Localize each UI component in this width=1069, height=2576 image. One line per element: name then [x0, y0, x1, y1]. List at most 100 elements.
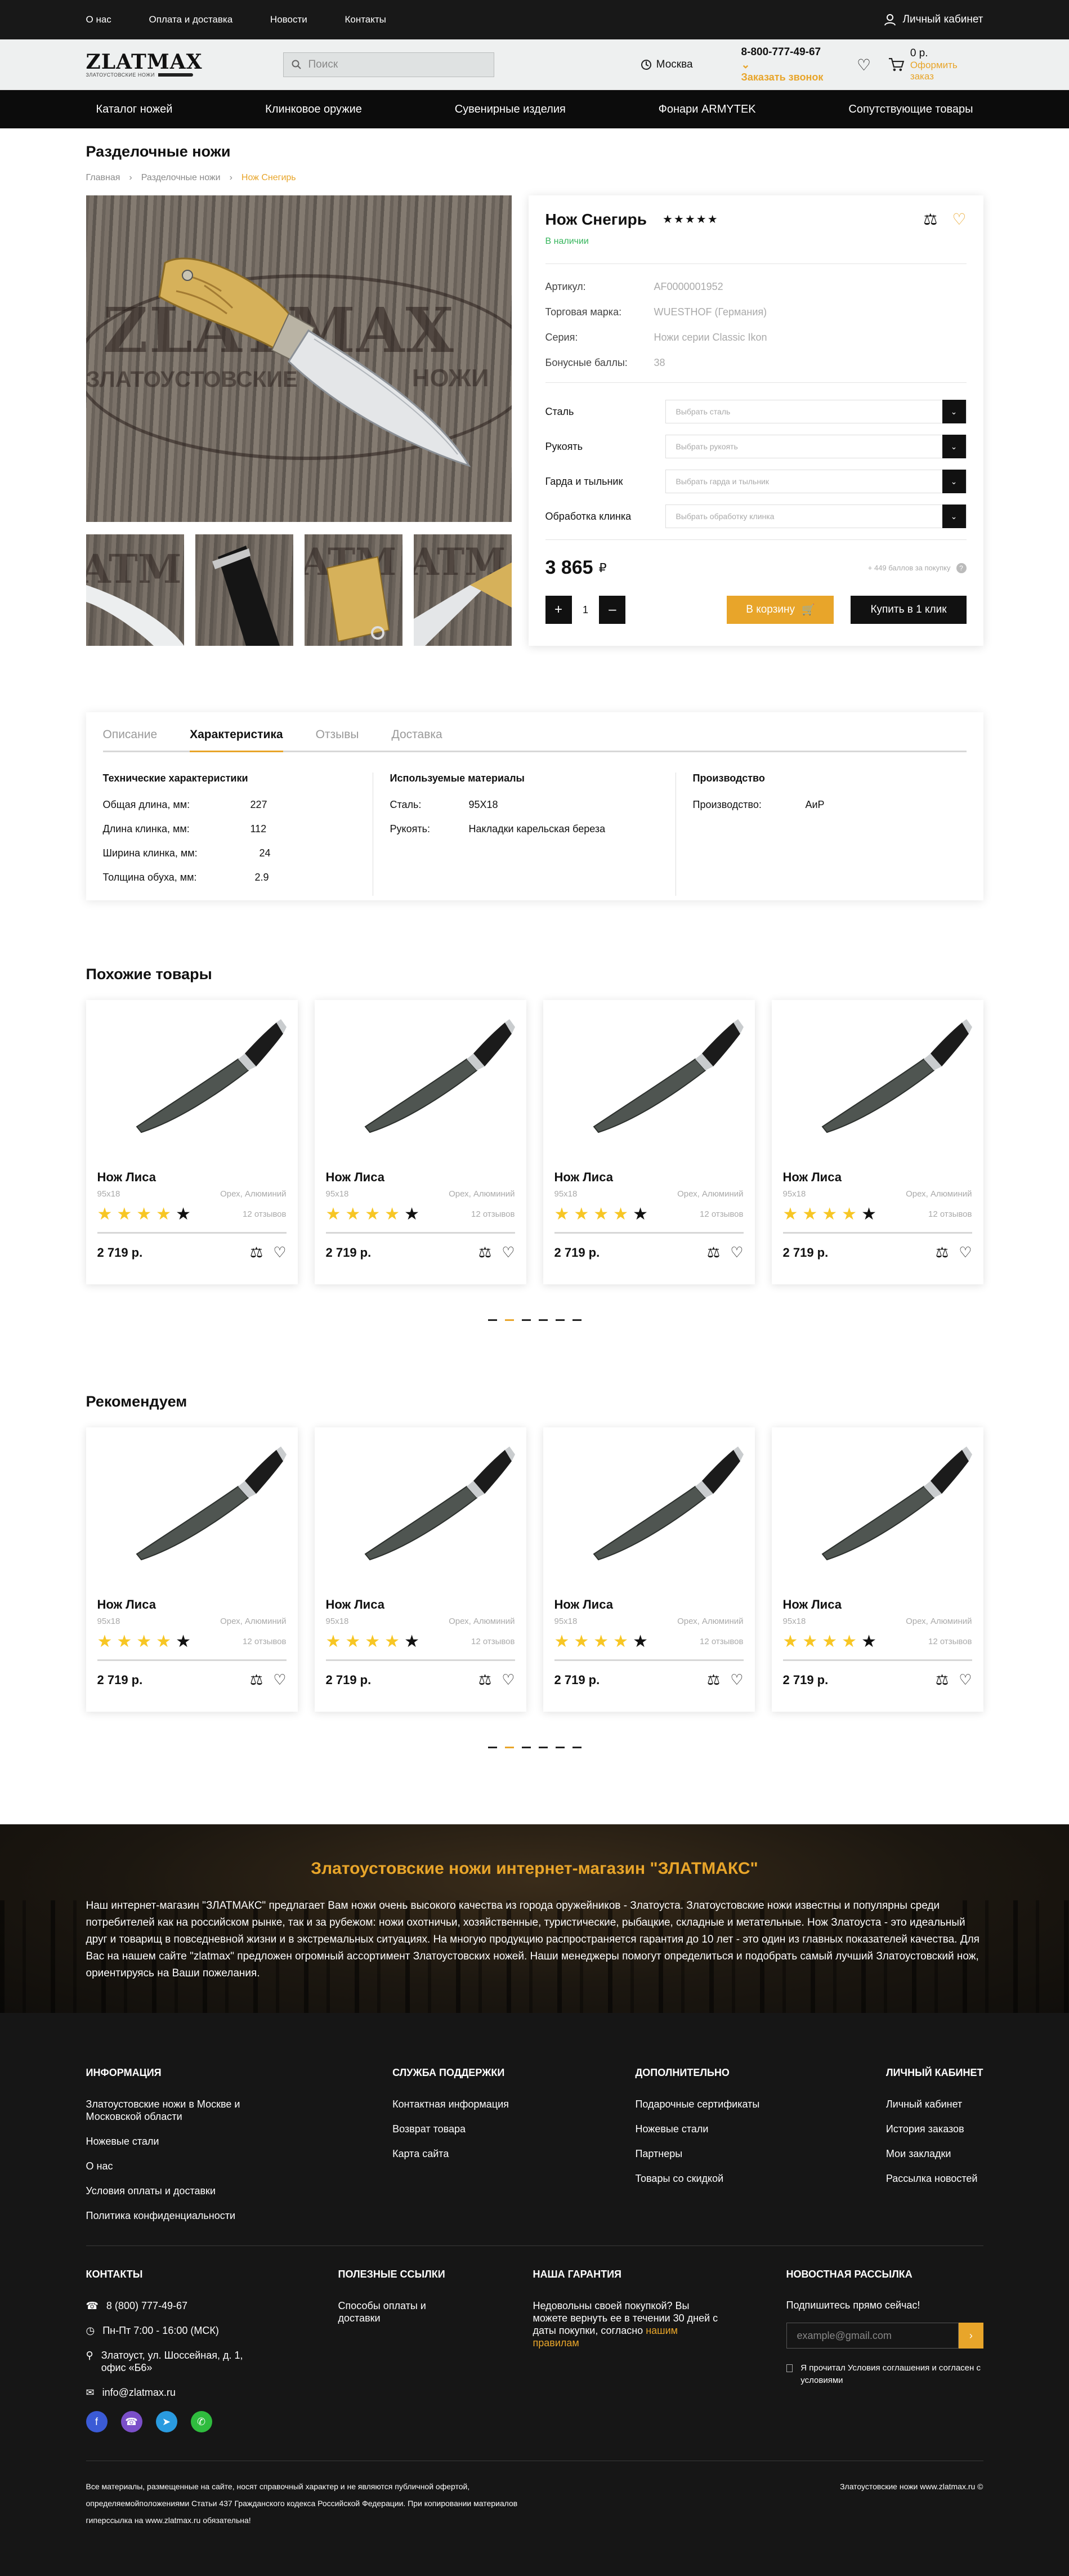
product-card[interactable]: Нож Лиса 95x18 Орех, Алюминий ★★★★★ 12 отзыв…: [772, 1000, 983, 1284]
footer-link[interactable]: Ножевые стали: [86, 2135, 266, 2148]
footer-link[interactable]: Контактная информация: [392, 2098, 509, 2110]
footer-link[interactable]: Подарочные сертификаты: [635, 2098, 759, 2110]
footer-link[interactable]: Политика конфиденциальности: [86, 2209, 266, 2222]
pagination-dot[interactable]: [504, 1747, 514, 1748]
chevron-down-icon[interactable]: ⌄: [942, 435, 966, 458]
tab-reviews[interactable]: Отзывы: [316, 728, 359, 742]
reviews-count[interactable]: 12 отзывов: [700, 1637, 744, 1646]
favorite-heart-icon[interactable]: ♡: [730, 1671, 743, 1689]
thumbnail-2[interactable]: [195, 534, 293, 646]
pagination-dot[interactable]: [521, 1747, 531, 1748]
checkout-link[interactable]: Оформить заказ: [910, 60, 983, 82]
breadcrumb-home[interactable]: Главная: [86, 173, 120, 183]
product-card[interactable]: Нож Лиса 95x18 Орех, Алюминий ★★★★★ 12 отзыв…: [86, 1000, 298, 1284]
compare-icon[interactable]: ⚖: [936, 1671, 949, 1689]
info-icon[interactable]: ?: [956, 562, 967, 573]
footer-link[interactable]: Возврат товара: [392, 2123, 509, 2135]
product-card[interactable]: Нож Лиса 95x18 Орех, Алюминий ★★★★★ 12 отзыв…: [543, 1000, 755, 1284]
footer-link[interactable]: Личный кабинет: [886, 2098, 983, 2110]
product-card[interactable]: Нож Лиса 95x18 Орех, Алюминий ★★★★★ 12 отзыв…: [543, 1427, 755, 1712]
favorite-heart-icon[interactable]: ♡: [502, 1244, 515, 1261]
top-link-news[interactable]: Новости: [270, 14, 307, 25]
compare-icon[interactable]: ⚖: [250, 1244, 263, 1261]
product-image[interactable]: [783, 1439, 972, 1579]
newsletter-submit-button[interactable]: ›: [959, 2323, 983, 2349]
footer-link[interactable]: Мои закладки: [886, 2148, 983, 2160]
product-image[interactable]: [97, 1439, 287, 1579]
qty-plus-button[interactable]: +: [545, 596, 572, 624]
favorite-heart-icon[interactable]: ♡: [730, 1244, 743, 1261]
nav-item-armytek[interactable]: Фонари ARMYTEK: [659, 103, 756, 116]
product-main-image[interactable]: ZLATMAX ЗЛАТОУСТОВСКИЕ НОЖИ: [86, 195, 512, 522]
agree-checkbox[interactable]: [786, 2364, 793, 2372]
chevron-down-icon[interactable]: ⌄: [942, 470, 966, 493]
compare-icon[interactable]: ⚖: [250, 1671, 263, 1689]
tab-characteristics[interactable]: Характеристика: [190, 728, 284, 752]
product-image[interactable]: [554, 1439, 744, 1579]
favorite-heart-icon[interactable]: ♡: [959, 1671, 972, 1689]
product-card[interactable]: Нож Лиса 95x18 Орех, Алюминий ★★★★★ 12 отзыв…: [315, 1427, 526, 1712]
reviews-count[interactable]: 12 отзывов: [243, 1637, 287, 1646]
chevron-down-icon[interactable]: ⌄: [942, 400, 966, 423]
facebook-icon[interactable]: f: [86, 2411, 108, 2432]
product-title[interactable]: Нож Лиса: [783, 1597, 972, 1612]
pagination-dot[interactable]: [521, 1319, 531, 1321]
product-title[interactable]: Нож Лиса: [97, 1597, 287, 1612]
footer-link[interactable]: Товары со скидкой: [635, 2172, 759, 2185]
footer-link[interactable]: Партнеры: [635, 2148, 759, 2160]
top-link-about[interactable]: О нас: [86, 14, 111, 25]
qty-minus-button[interactable]: –: [599, 596, 626, 624]
favorite-heart-icon[interactable]: ♡: [959, 1244, 972, 1261]
guard-select[interactable]: Выбрать гарда и тыльник ⌄: [665, 470, 967, 493]
qty-value[interactable]: 1: [572, 604, 600, 616]
pagination-dot[interactable]: [538, 1747, 548, 1748]
pagination-dot[interactable]: [572, 1319, 582, 1321]
footer-link[interactable]: История заказов: [886, 2123, 983, 2135]
footer-link[interactable]: Ножевые стали: [635, 2123, 759, 2135]
logo[interactable]: ZLATMAX ЗЛАТОУСТОВСКИЕ НОЖИ: [86, 52, 202, 78]
footer-link[interactable]: Карта сайта: [392, 2148, 509, 2160]
pagination-dot[interactable]: [555, 1747, 565, 1748]
cabinet-link[interactable]: Личный кабинет: [884, 14, 983, 26]
footer-link[interactable]: О нас: [86, 2160, 266, 2172]
compare-icon[interactable]: ⚖: [707, 1671, 720, 1689]
favorite-heart-icon[interactable]: ♡: [952, 210, 966, 229]
chevron-down-icon[interactable]: ⌄: [942, 505, 966, 528]
favorites-heart-icon[interactable]: ♡: [857, 56, 871, 74]
buy-one-click-button[interactable]: Купить в 1 клик: [851, 596, 967, 624]
product-title[interactable]: Нож Лиса: [326, 1597, 515, 1612]
product-title[interactable]: Нож Лиса: [97, 1170, 287, 1185]
reviews-count[interactable]: 12 отзывов: [700, 1209, 744, 1219]
favorite-heart-icon[interactable]: ♡: [502, 1671, 515, 1689]
top-link-payment[interactable]: Оплата и доставка: [149, 14, 233, 25]
pagination-dot[interactable]: [572, 1747, 582, 1748]
pagination-dot[interactable]: [487, 1747, 497, 1748]
tab-delivery[interactable]: Доставка: [392, 728, 442, 742]
city-selector[interactable]: Москва: [641, 59, 693, 71]
nav-item-souvenirs[interactable]: Сувенирные изделия: [455, 103, 566, 116]
product-card[interactable]: Нож Лиса 95x18 Орех, Алюминий ★★★★★ 12 отзыв…: [315, 1000, 526, 1284]
nav-item-related[interactable]: Сопутствующие товары: [848, 103, 973, 116]
breadcrumb-category[interactable]: Разделочные ножи: [141, 173, 221, 183]
footer-email[interactable]: info@zlatmax.ru: [102, 2386, 176, 2399]
product-title[interactable]: Нож Лиса: [554, 1597, 744, 1612]
thumbnail-1[interactable]: ATM: [86, 534, 184, 646]
handle-select[interactable]: Выбрать рукоять ⌄: [665, 435, 967, 458]
cart-button[interactable]: 0 р. Оформить заказ: [888, 47, 983, 82]
footer-link[interactable]: Златоустовские ножи в Москве и Московско…: [86, 2098, 266, 2123]
favorite-heart-icon[interactable]: ♡: [273, 1671, 286, 1689]
reviews-count[interactable]: 12 отзывов: [928, 1209, 972, 1219]
product-title[interactable]: Нож Лиса: [326, 1170, 515, 1185]
telegram-icon[interactable]: ➤: [155, 2411, 177, 2432]
compare-icon[interactable]: ⚖: [478, 1244, 491, 1261]
viber-icon[interactable]: ☎: [120, 2411, 142, 2432]
footer-link[interactable]: Рассылка новостей: [886, 2172, 983, 2185]
product-card[interactable]: Нож Лиса 95x18 Орех, Алюминий ★★★★★ 12 отзыв…: [86, 1427, 298, 1712]
compare-icon[interactable]: ⚖: [923, 210, 937, 229]
reviews-count[interactable]: 12 отзывов: [471, 1209, 515, 1219]
chevron-down-icon[interactable]: ⌄: [741, 59, 750, 71]
finish-select[interactable]: Выбрать обработку клинка ⌄: [665, 505, 967, 528]
compare-icon[interactable]: ⚖: [936, 1244, 949, 1261]
add-to-cart-button[interactable]: В корзину 🛒: [727, 596, 834, 624]
footer-link[interactable]: Условия оплаты и доставки: [86, 2185, 266, 2197]
